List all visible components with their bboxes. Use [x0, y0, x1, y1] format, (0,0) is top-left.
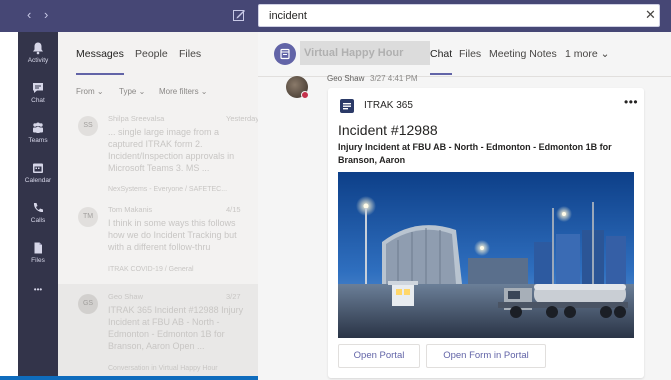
rail-item-teams[interactable]: Teams [18, 116, 58, 156]
message-time: 3/27 4:41 PM [370, 74, 418, 83]
phone-icon [33, 203, 43, 213]
active-tab-indicator [76, 73, 124, 75]
tab-meeting-notes[interactable]: Meeting Notes [489, 48, 557, 60]
app-rail: Activity Chat Teams Calendar Calls Files… [18, 32, 58, 380]
sender-name: Geo Shaw [327, 74, 365, 83]
tab-chat[interactable]: Chat [430, 48, 452, 60]
open-portal-button[interactable]: Open Portal [338, 344, 420, 368]
rail-item-files[interactable]: Files [18, 236, 58, 276]
app-name: ITRAK 365 [364, 100, 413, 111]
bell-icon [33, 42, 43, 55]
avatar: GS [78, 294, 98, 314]
card-title: Incident #12988 [338, 122, 438, 138]
rail-label: Teams [28, 137, 48, 144]
file-icon [34, 242, 42, 254]
compose-icon[interactable] [232, 8, 246, 22]
sender-name: Shilpa Sreevalsa [108, 114, 165, 123]
active-tab-indicator [430, 73, 452, 75]
adaptive-card: ITRAK 365 ••• Incident #12988 Injury Inc… [328, 88, 644, 378]
chat-icon [33, 83, 43, 93]
more-apps-icon[interactable]: ••• [18, 282, 58, 298]
chat-area: Virtual Happy Hour Chat Files Meeting No… [258, 32, 671, 380]
filter-type[interactable]: Type ⌄ [119, 87, 145, 96]
message-preview: ... single large image from a captured I… [108, 127, 235, 173]
channel-avatar [274, 43, 296, 65]
list-item[interactable]: TM Tom Makanis 4/15 I think in some ways… [58, 203, 258, 279]
message-time: 3/27 [226, 292, 241, 301]
tab-files[interactable]: Files [179, 48, 201, 60]
message-context: ITRAK COVID-19 / General [108, 266, 194, 273]
calendar-icon [33, 163, 43, 173]
rail-label: Files [31, 257, 45, 264]
message-preview: ITRAK 365 Incident #12988 Injury Inciden… [108, 305, 244, 351]
rail-label: Activity [27, 57, 49, 64]
filter-from[interactable]: From ⌄ [76, 87, 104, 96]
filter-more[interactable]: More filters ⌄ [159, 87, 208, 96]
open-form-in-portal-button[interactable]: Open Form in Portal [426, 344, 546, 368]
itrak-logo-icon [340, 99, 354, 113]
sender-name: Tom Makanis [108, 205, 153, 214]
more-options-icon[interactable]: ••• [624, 95, 638, 109]
avatar: SS [78, 116, 98, 136]
tab-more[interactable]: 1 more ⌄ [565, 48, 609, 60]
avatar: TM [78, 207, 98, 227]
tab-files[interactable]: Files [459, 48, 481, 60]
channel-title: Virtual Happy Hour [300, 41, 430, 65]
tab-messages[interactable]: Messages [76, 48, 124, 60]
tab-people[interactable]: People [135, 48, 168, 60]
search-input[interactable] [258, 4, 660, 27]
list-item[interactable]: GS Geo Shaw 3/27 ITRAK 365 Incident #129… [58, 290, 258, 378]
rail-label: Chat [31, 97, 45, 104]
presence-busy-icon [301, 91, 309, 99]
rail-item-calls[interactable]: Calls [18, 196, 58, 236]
teams-icon [33, 122, 43, 133]
forward-arrow-icon[interactable]: › [44, 8, 48, 22]
incident-site-photo [338, 172, 634, 338]
rail-label: Calendar [24, 177, 52, 184]
list-item[interactable]: SS Shilpa Sreevalsa Yesterday ... single… [58, 112, 260, 198]
search-results-panel: Messages People Files From ⌄ Type ⌄ More… [58, 32, 260, 380]
message-context: NexSystems - Everyone / SAFETEC... [108, 186, 228, 193]
title-bar: ‹ › ✕ [0, 0, 671, 32]
close-icon[interactable]: ✕ [645, 8, 656, 22]
calendar-icon [280, 48, 290, 60]
message-time: 4/15 [226, 205, 241, 214]
message-preview: I think in some ways this follows how we… [108, 218, 237, 252]
rail-item-chat[interactable]: Chat [18, 76, 58, 116]
rail-label: Calls [30, 217, 46, 224]
card-subtitle: Injury Incident at FBU AB - North - Edmo… [338, 142, 612, 165]
rail-item-calendar[interactable]: Calendar [18, 156, 58, 196]
back-arrow-icon[interactable]: ‹ [27, 8, 31, 22]
sender-name: Geo Shaw [108, 292, 144, 301]
message-time: Yesterday [226, 114, 260, 123]
header-divider [258, 76, 671, 77]
message-context: Conversation in Virtual Happy Hour [108, 365, 218, 372]
rail-item-activity[interactable]: Activity [18, 36, 58, 76]
